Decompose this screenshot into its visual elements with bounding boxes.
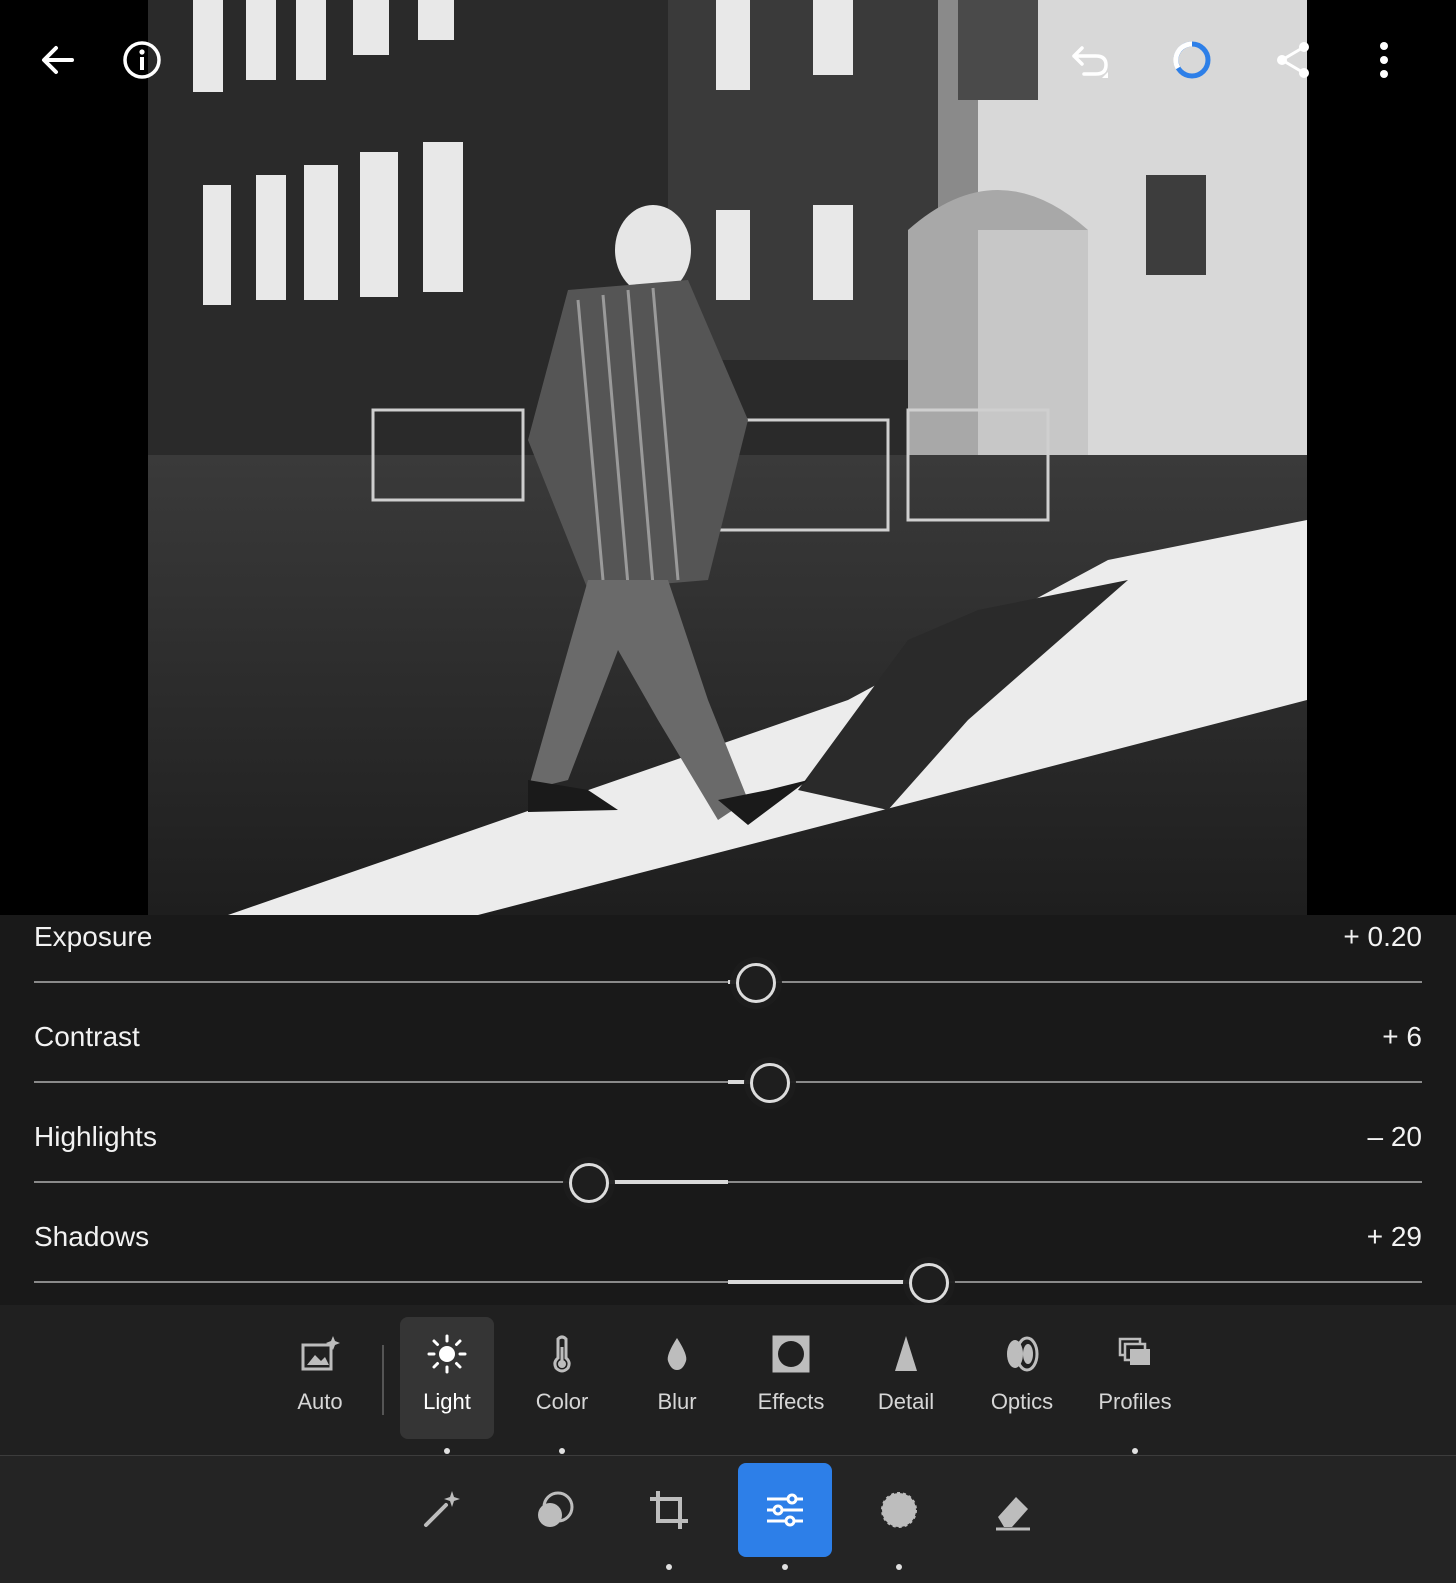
share-icon: [1277, 42, 1309, 78]
lens-icon: [1007, 1336, 1039, 1372]
presets-icon: [538, 1491, 574, 1527]
highlights-label: Highlights: [34, 1121, 157, 1152]
tool-blur-label: Blur: [657, 1389, 697, 1414]
nav-edit[interactable]: [738, 1463, 832, 1557]
shadows-slider-knob[interactable]: [909, 1263, 950, 1303]
sync-progress-ring-icon: [1173, 41, 1211, 79]
shadows-value: + 29: [1366, 1221, 1422, 1252]
tool-detail[interactable]: Detail: [859, 1317, 953, 1439]
more-button[interactable]: [1352, 28, 1416, 92]
exposure-slider-row: Exposure + 0.20: [0, 915, 1456, 1015]
highlights-fill: [589, 1180, 728, 1184]
tool-profiles[interactable]: Profiles: [1088, 1317, 1182, 1439]
nav-auto-magic[interactable]: [394, 1463, 488, 1557]
undo-icon: [1072, 46, 1108, 78]
nav-crop[interactable]: [622, 1463, 716, 1557]
back-button[interactable]: [26, 28, 90, 92]
sliders-icon: [767, 1493, 803, 1527]
share-button[interactable]: [1262, 28, 1326, 92]
nav-healing[interactable]: [966, 1463, 1060, 1557]
sync-status[interactable]: [1160, 28, 1224, 92]
highlights-track[interactable]: [34, 1181, 1422, 1183]
magic-wand-icon: [424, 1491, 460, 1527]
contrast-slider-row: Contrast + 6: [0, 1015, 1456, 1115]
more-vertical-icon: [1380, 42, 1388, 78]
highlights-slider-row: Highlights – 20: [0, 1115, 1456, 1215]
nav-presets[interactable]: [508, 1463, 602, 1557]
exposure-value: + 0.20: [1343, 921, 1422, 952]
street-photo-image: [148, 0, 1307, 915]
arrow-left-icon: [42, 46, 74, 74]
triangle-icon: [895, 1336, 917, 1371]
undo-button[interactable]: [1058, 28, 1122, 92]
tool-effects[interactable]: Effects: [744, 1317, 838, 1439]
contrast-value: + 6: [1382, 1021, 1422, 1052]
tool-optics[interactable]: Optics: [975, 1317, 1069, 1439]
photo-canvas[interactable]: [148, 0, 1307, 915]
edit-tool-strip: Auto Light Color Blur Effects Detail Opt…: [0, 1305, 1456, 1455]
eraser-icon: [996, 1497, 1030, 1531]
profiles-icon: [1118, 1337, 1150, 1365]
drop-icon: [667, 1338, 687, 1370]
contrast-label: Contrast: [34, 1021, 140, 1052]
masking-icon: [881, 1492, 917, 1528]
tool-optics-label: Optics: [990, 1389, 1054, 1414]
shadows-fill: [728, 1280, 930, 1284]
nav-crop-modified-dot: [666, 1564, 672, 1570]
tool-light[interactable]: Light: [400, 1317, 494, 1439]
tool-light-label: Light: [423, 1389, 471, 1414]
shadows-slider-row: Shadows + 29: [0, 1215, 1456, 1315]
highlights-slider-knob[interactable]: [569, 1163, 610, 1203]
info-icon: [123, 41, 161, 79]
highlights-value: – 20: [1367, 1121, 1423, 1152]
sun-icon: [427, 1334, 467, 1374]
tool-blur[interactable]: Blur: [630, 1317, 724, 1439]
tool-auto-label: Auto: [297, 1389, 343, 1414]
info-button[interactable]: [110, 28, 174, 92]
tool-profiles-label: Profiles: [1098, 1389, 1172, 1414]
exposure-label: Exposure: [34, 921, 153, 952]
thermometer-icon: [553, 1335, 571, 1373]
tool-divider: [382, 1345, 384, 1415]
tool-auto[interactable]: Auto: [273, 1317, 367, 1439]
crop-icon: [650, 1491, 688, 1529]
tool-color-label: Color: [535, 1389, 589, 1414]
light-adjustments-panel: Exposure + 0.20 Contrast + 6 Highlights …: [0, 915, 1456, 1305]
tool-color-modified-dot: [559, 1448, 565, 1454]
nav-masking[interactable]: [852, 1463, 946, 1557]
contrast-slider-knob[interactable]: [749, 1063, 790, 1103]
tool-color[interactable]: Color: [515, 1317, 609, 1439]
tool-profiles-modified-dot: [1132, 1448, 1138, 1454]
shadows-label: Shadows: [34, 1221, 150, 1252]
tool-light-modified-dot: [444, 1448, 450, 1454]
exposure-slider-knob[interactable]: [735, 963, 776, 1003]
nav-edit-modified-dot: [782, 1564, 788, 1570]
tool-effects-label: Effects: [757, 1389, 825, 1414]
vignette-icon: [772, 1335, 810, 1373]
bottom-navigation: [0, 1455, 1456, 1583]
tool-detail-label: Detail: [877, 1389, 935, 1414]
nav-masking-modified-dot: [896, 1564, 902, 1570]
auto-image-icon: [301, 1336, 340, 1371]
